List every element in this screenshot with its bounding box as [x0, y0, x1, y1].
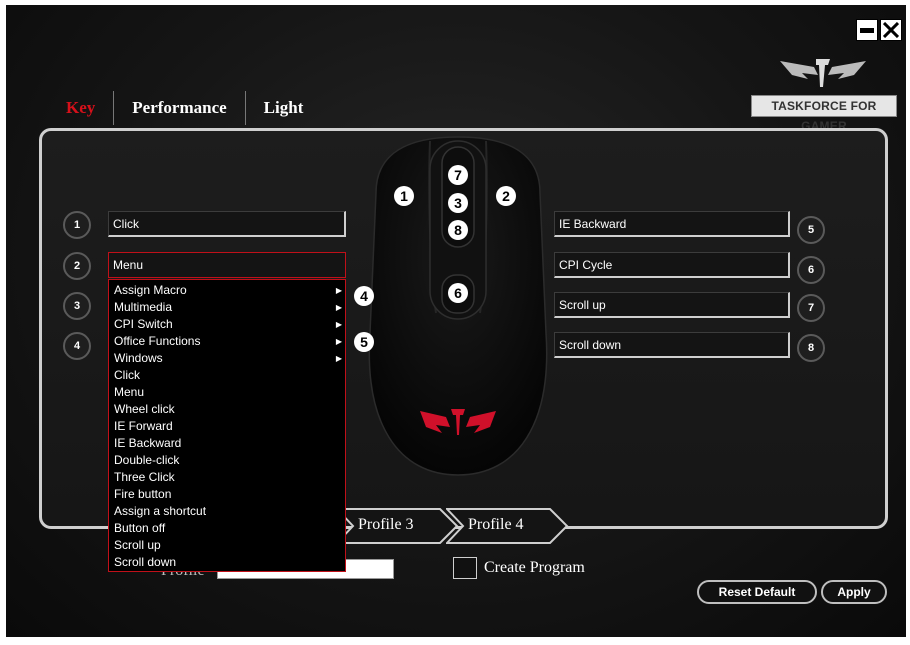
tab-divider [113, 91, 115, 125]
dropdown-item[interactable]: Assign a shortcut [109, 503, 345, 520]
tab-divider [244, 91, 246, 125]
submenu-arrow-icon: ▶ [335, 286, 342, 295]
create-program-checkbox[interactable] [453, 557, 477, 579]
dropdown-item[interactable]: Scroll down [109, 554, 345, 571]
button-number-badge: 1 [63, 211, 91, 239]
dropdown-item-label: IE Forward [114, 419, 173, 433]
button-8-assign-field[interactable]: Scroll down [554, 332, 790, 358]
button-2-assign-field[interactable]: Menu [108, 252, 346, 278]
action-dropdown-menu: Assign Macro ▶ Multimedia ▶ CPI Switch ▶ Offic… [108, 279, 346, 572]
dropdown-item-label: Double-click [114, 453, 180, 467]
dropdown-item-label: Multimedia [114, 300, 173, 314]
button-1-assign-field[interactable]: Click [108, 211, 346, 237]
apply-button[interactable]: Apply [821, 580, 887, 604]
profile-4-label-wrap: Profile 4 [446, 508, 566, 544]
mouse-button-number: 7 [454, 167, 462, 183]
minimize-button[interactable] [856, 19, 878, 41]
dropdown-item-label: IE Backward [114, 436, 182, 450]
dropdown-item[interactable]: CPI Switch ▶ [109, 316, 345, 333]
submenu-arrow-icon: ▶ [335, 354, 342, 363]
dropdown-item-label: Click [114, 368, 140, 382]
button-7-assign-field[interactable]: Scroll up [554, 292, 790, 318]
mouse-illustration: 1 2 7 3 8 6 [368, 136, 548, 476]
dropdown-item-label: Windows [114, 351, 163, 365]
submenu-arrow-icon: ▶ [335, 320, 342, 329]
dropdown-item-label: Menu [114, 385, 145, 399]
dropdown-item-label: Scroll down [114, 555, 177, 569]
button-number-badge: 3 [63, 292, 91, 320]
brand-label: TASKFORCE FOR GAMER [751, 95, 897, 133]
dropdown-item-label: Scroll up [114, 538, 161, 552]
mouse-side-button-marker: 5 [354, 332, 374, 352]
create-program-label: Create Program [484, 559, 585, 576]
dropdown-item-label: Fire button [114, 487, 172, 501]
dropdown-item-label: Office Functions [114, 334, 201, 348]
profile-3-label: Profile 3 [358, 516, 414, 533]
dropdown-item[interactable]: Three Click [109, 469, 345, 486]
dropdown-item[interactable]: Menu [109, 384, 345, 401]
dropdown-item-label: Wheel click [114, 402, 175, 416]
dropdown-item-label: Assign a shortcut [114, 504, 207, 518]
profile-4-label: Profile 4 [468, 516, 524, 533]
tab-performance[interactable]: Performance [132, 98, 226, 118]
mouse-button-number: 2 [502, 188, 510, 204]
button-number-badge: 2 [63, 252, 91, 280]
mouse-side-button-marker: 4 [354, 286, 374, 306]
button-number-badge: 6 [797, 256, 825, 284]
dropdown-item[interactable]: Fire button [109, 486, 345, 503]
dropdown-item[interactable]: Double-click [109, 452, 345, 469]
dropdown-item[interactable]: Button off [109, 520, 345, 537]
reset-default-button[interactable]: Reset Default [697, 580, 817, 604]
button-number-badge: 8 [797, 334, 825, 362]
submenu-arrow-icon: ▶ [335, 337, 342, 346]
dropdown-item-label: Assign Macro [114, 283, 187, 297]
mouse-button-number: 8 [454, 222, 462, 238]
dropdown-item[interactable]: IE Backward [109, 435, 345, 452]
app-window: TASKFORCE FOR GAMER Key Performance Ligh… [6, 5, 906, 637]
mouse-button-number: 6 [454, 285, 462, 301]
dropdown-item-label: Three Click [114, 470, 175, 484]
mouse-button-number: 1 [400, 188, 408, 204]
dropdown-item[interactable]: Office Functions ▶ [109, 333, 345, 350]
dropdown-item[interactable]: Multimedia ▶ [109, 299, 345, 316]
dropdown-item[interactable]: Click [109, 367, 345, 384]
dropdown-item-label: CPI Switch [114, 317, 173, 331]
main-tabs: Key Performance Light [66, 91, 303, 125]
dropdown-item[interactable]: Windows ▶ [109, 350, 345, 367]
app-root: TASKFORCE FOR GAMER Key Performance Ligh… [0, 0, 910, 645]
button-6-assign-field[interactable]: CPI Cycle [554, 252, 790, 278]
dropdown-item[interactable]: Assign Macro ▶ [109, 282, 345, 299]
button-number-badge: 4 [63, 332, 91, 360]
dropdown-item[interactable]: Wheel click [109, 401, 345, 418]
mouse-button-number: 3 [454, 195, 462, 211]
profile-3-label-wrap: Profile 3 [336, 508, 456, 544]
dropdown-item-label: Button off [114, 521, 166, 535]
dropdown-item[interactable]: IE Forward [109, 418, 345, 435]
tab-light[interactable]: Light [264, 98, 304, 118]
dropdown-item[interactable]: Scroll up [109, 537, 345, 554]
button-number-badge: 5 [797, 216, 825, 244]
button-5-assign-field[interactable]: IE Backward [554, 211, 790, 237]
close-icon [883, 22, 899, 38]
button-number-badge: 7 [797, 294, 825, 322]
submenu-arrow-icon: ▶ [335, 303, 342, 312]
close-button[interactable] [880, 19, 902, 41]
tab-key[interactable]: Key [66, 98, 95, 118]
brand-logo-icon [780, 59, 866, 87]
